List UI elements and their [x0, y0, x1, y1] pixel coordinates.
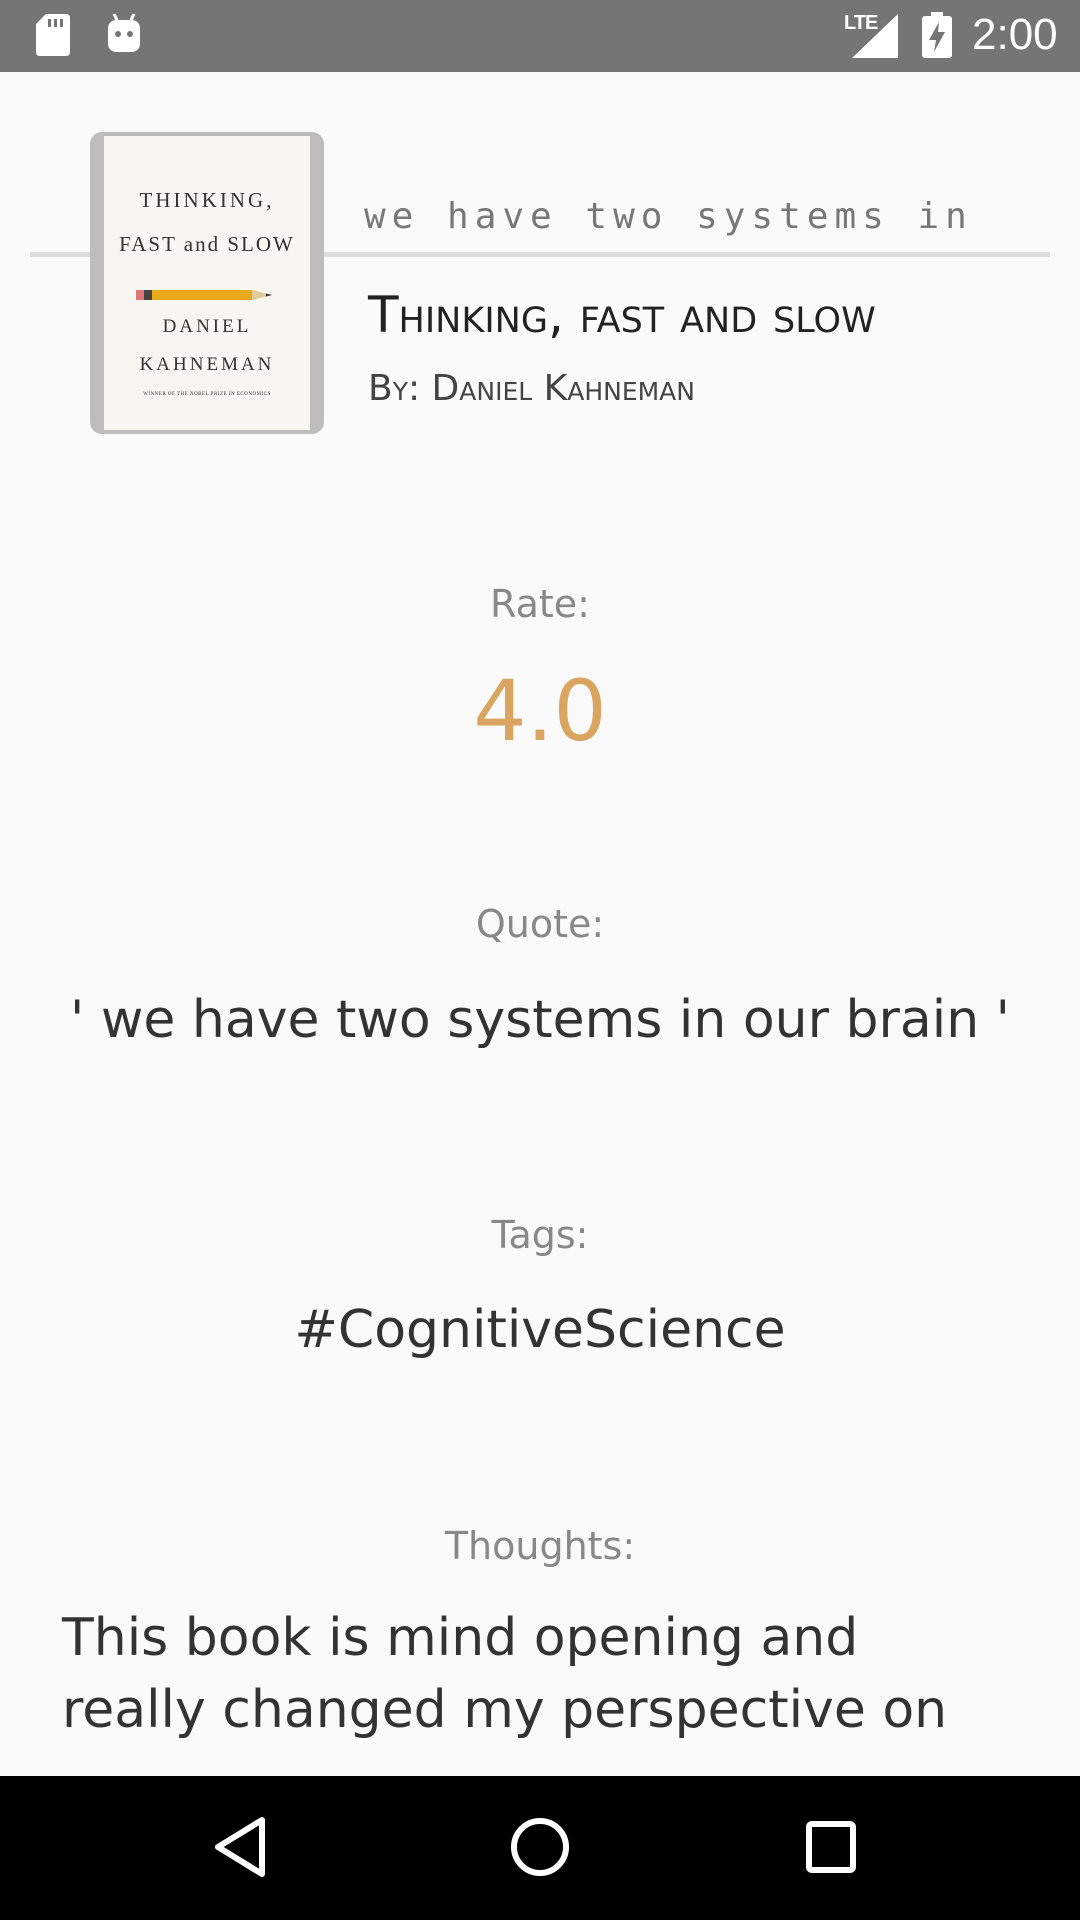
- thoughts-label: Thoughts:: [444, 1524, 636, 1568]
- thoughts-text: This book is mind opening and really cha…: [62, 1602, 1022, 1746]
- sd-card-icon: [36, 14, 70, 60]
- book-cover: THINKING, FAST and SLOW DANIEL KAHNEMAN …: [90, 132, 324, 434]
- quote-value: ' we have two systems in our brain ': [70, 990, 1010, 1050]
- status-bar: LTE 2:00: [0, 0, 1080, 72]
- book-title: Thinking, fast and slow: [368, 286, 876, 344]
- book-author: By: Daniel Kahneman: [368, 368, 695, 409]
- signal-icon: [852, 14, 898, 62]
- cover-author-line-2: KAHNEMAN: [139, 354, 275, 375]
- navigation-bar: [0, 1776, 1080, 1920]
- cover-note: WINNER OF THE NOBEL PRIZE IN ECONOMICS: [143, 392, 271, 397]
- rate-value: 4.0: [473, 662, 607, 760]
- thoughts-line-1: This book is mind opening and: [62, 1608, 859, 1668]
- status-time: 2:00: [972, 10, 1058, 59]
- book-cover-art: THINKING, FAST and SLOW DANIEL KAHNEMAN …: [104, 136, 310, 430]
- tags-value: #CognitiveScience: [294, 1300, 786, 1360]
- rate-label: Rate:: [490, 582, 590, 626]
- battery-charging-icon: [922, 12, 952, 62]
- tags-label: Tags:: [491, 1213, 589, 1257]
- cover-title-line-1: THINKING,: [139, 188, 275, 212]
- quote-teaser: we have two systems in: [364, 196, 973, 237]
- home-icon[interactable]: [502, 1812, 578, 1886]
- cover-author-line-1: DANIEL: [162, 316, 252, 337]
- android-icon: [106, 12, 142, 58]
- recents-icon[interactable]: [800, 1812, 860, 1886]
- cover-title-line-2: FAST and SLOW: [119, 232, 295, 256]
- quote-label: Quote:: [475, 902, 605, 946]
- book-detail-content[interactable]: THINKING, FAST and SLOW DANIEL KAHNEMAN …: [0, 72, 1080, 1776]
- back-icon[interactable]: [210, 1812, 270, 1886]
- pencil-icon: [136, 286, 276, 311]
- thoughts-line-2: really changed my perspective on: [62, 1680, 948, 1740]
